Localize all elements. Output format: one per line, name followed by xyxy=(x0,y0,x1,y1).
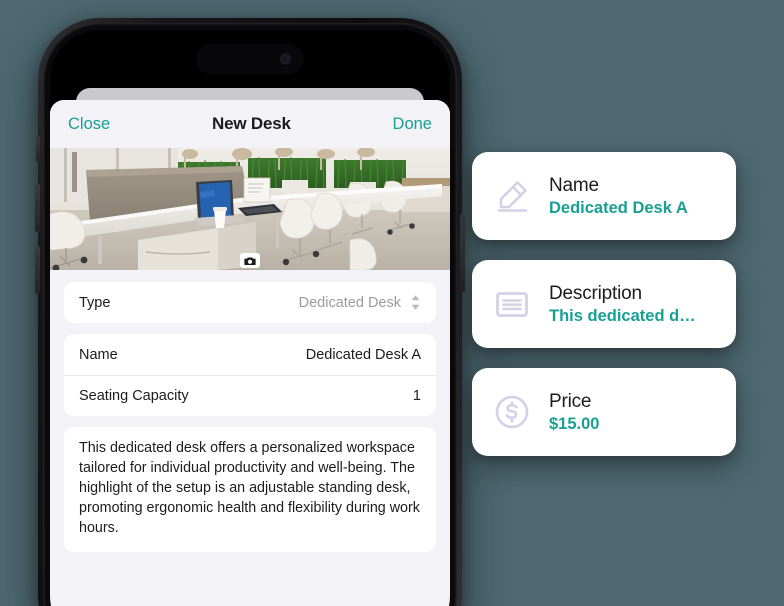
mute-switch-button[interactable] xyxy=(36,136,40,162)
name-card-title: Name xyxy=(549,174,599,196)
price-card-value: $15.00 xyxy=(549,414,600,433)
type-label: Type xyxy=(79,294,111,311)
price-card-title: Price xyxy=(549,390,592,412)
volume-up-button[interactable] xyxy=(35,184,40,232)
price-info-card[interactable]: Price $15.00 xyxy=(472,368,736,456)
new-desk-form: Type Dedicated Desk Name Dedicated Desk … xyxy=(50,270,450,552)
name-value[interactable]: Dedicated Desk A xyxy=(306,347,421,363)
close-button[interactable]: Close xyxy=(68,115,110,134)
office-photo-illustration xyxy=(50,148,450,270)
description-info-card[interactable]: Description This dedicated d… xyxy=(472,260,736,348)
type-row[interactable]: Type Dedicated Desk xyxy=(64,282,436,323)
seating-capacity-value[interactable]: 1 xyxy=(413,388,421,404)
type-value: Dedicated Desk xyxy=(298,294,401,311)
description-textarea[interactable]: This dedicated desk offers a personalize… xyxy=(64,427,436,552)
volume-down-button[interactable] xyxy=(35,246,40,294)
name-card-text: Name Dedicated Desk A xyxy=(549,174,688,219)
camera-badge-button[interactable] xyxy=(240,253,260,268)
seating-capacity-row[interactable]: Seating Capacity 1 xyxy=(64,375,436,416)
document-lines-icon xyxy=(496,292,528,317)
type-control[interactable]: Dedicated Desk xyxy=(299,294,421,311)
front-camera-icon xyxy=(280,53,291,65)
details-form-group: Name Dedicated Desk A Seating Capacity 1 xyxy=(64,334,436,416)
type-form-group: Type Dedicated Desk xyxy=(64,282,436,323)
desk-photo[interactable] xyxy=(50,148,450,270)
description-card-value: This dedicated d… xyxy=(549,306,696,325)
name-label: Name xyxy=(79,346,118,363)
annotation-cards: Name Dedicated Desk A Description This d… xyxy=(472,152,736,476)
sheet-navigation-bar: Close New Desk Done xyxy=(50,100,450,148)
up-down-chevron-icon[interactable] xyxy=(410,294,421,311)
price-card-text: Price $15.00 xyxy=(549,390,599,435)
description-card-title: Description xyxy=(549,282,642,304)
dollar-circle-icon xyxy=(495,395,529,429)
name-card-value: Dedicated Desk A xyxy=(549,198,688,217)
seating-capacity-label: Seating Capacity xyxy=(79,388,189,404)
sheet-title: New Desk xyxy=(212,114,291,133)
phone-mockup: Close New Desk Done Type Dedicated Desk … xyxy=(35,18,465,606)
done-button[interactable]: Done xyxy=(393,115,432,134)
dynamic-island xyxy=(196,44,304,74)
phone-frame: Close New Desk Done Type Dedicated Desk … xyxy=(35,18,465,606)
name-row[interactable]: Name Dedicated Desk A xyxy=(64,334,436,375)
power-button[interactable] xyxy=(460,214,465,292)
phone-screen: Close New Desk Done Type Dedicated Desk … xyxy=(50,30,450,606)
new-desk-modal-sheet: Close New Desk Done Type Dedicated Desk … xyxy=(50,100,450,606)
name-info-card[interactable]: Name Dedicated Desk A xyxy=(472,152,736,240)
description-card-text: Description This dedicated d… xyxy=(549,282,696,327)
pencil-icon xyxy=(497,181,528,212)
camera-icon xyxy=(244,257,256,265)
